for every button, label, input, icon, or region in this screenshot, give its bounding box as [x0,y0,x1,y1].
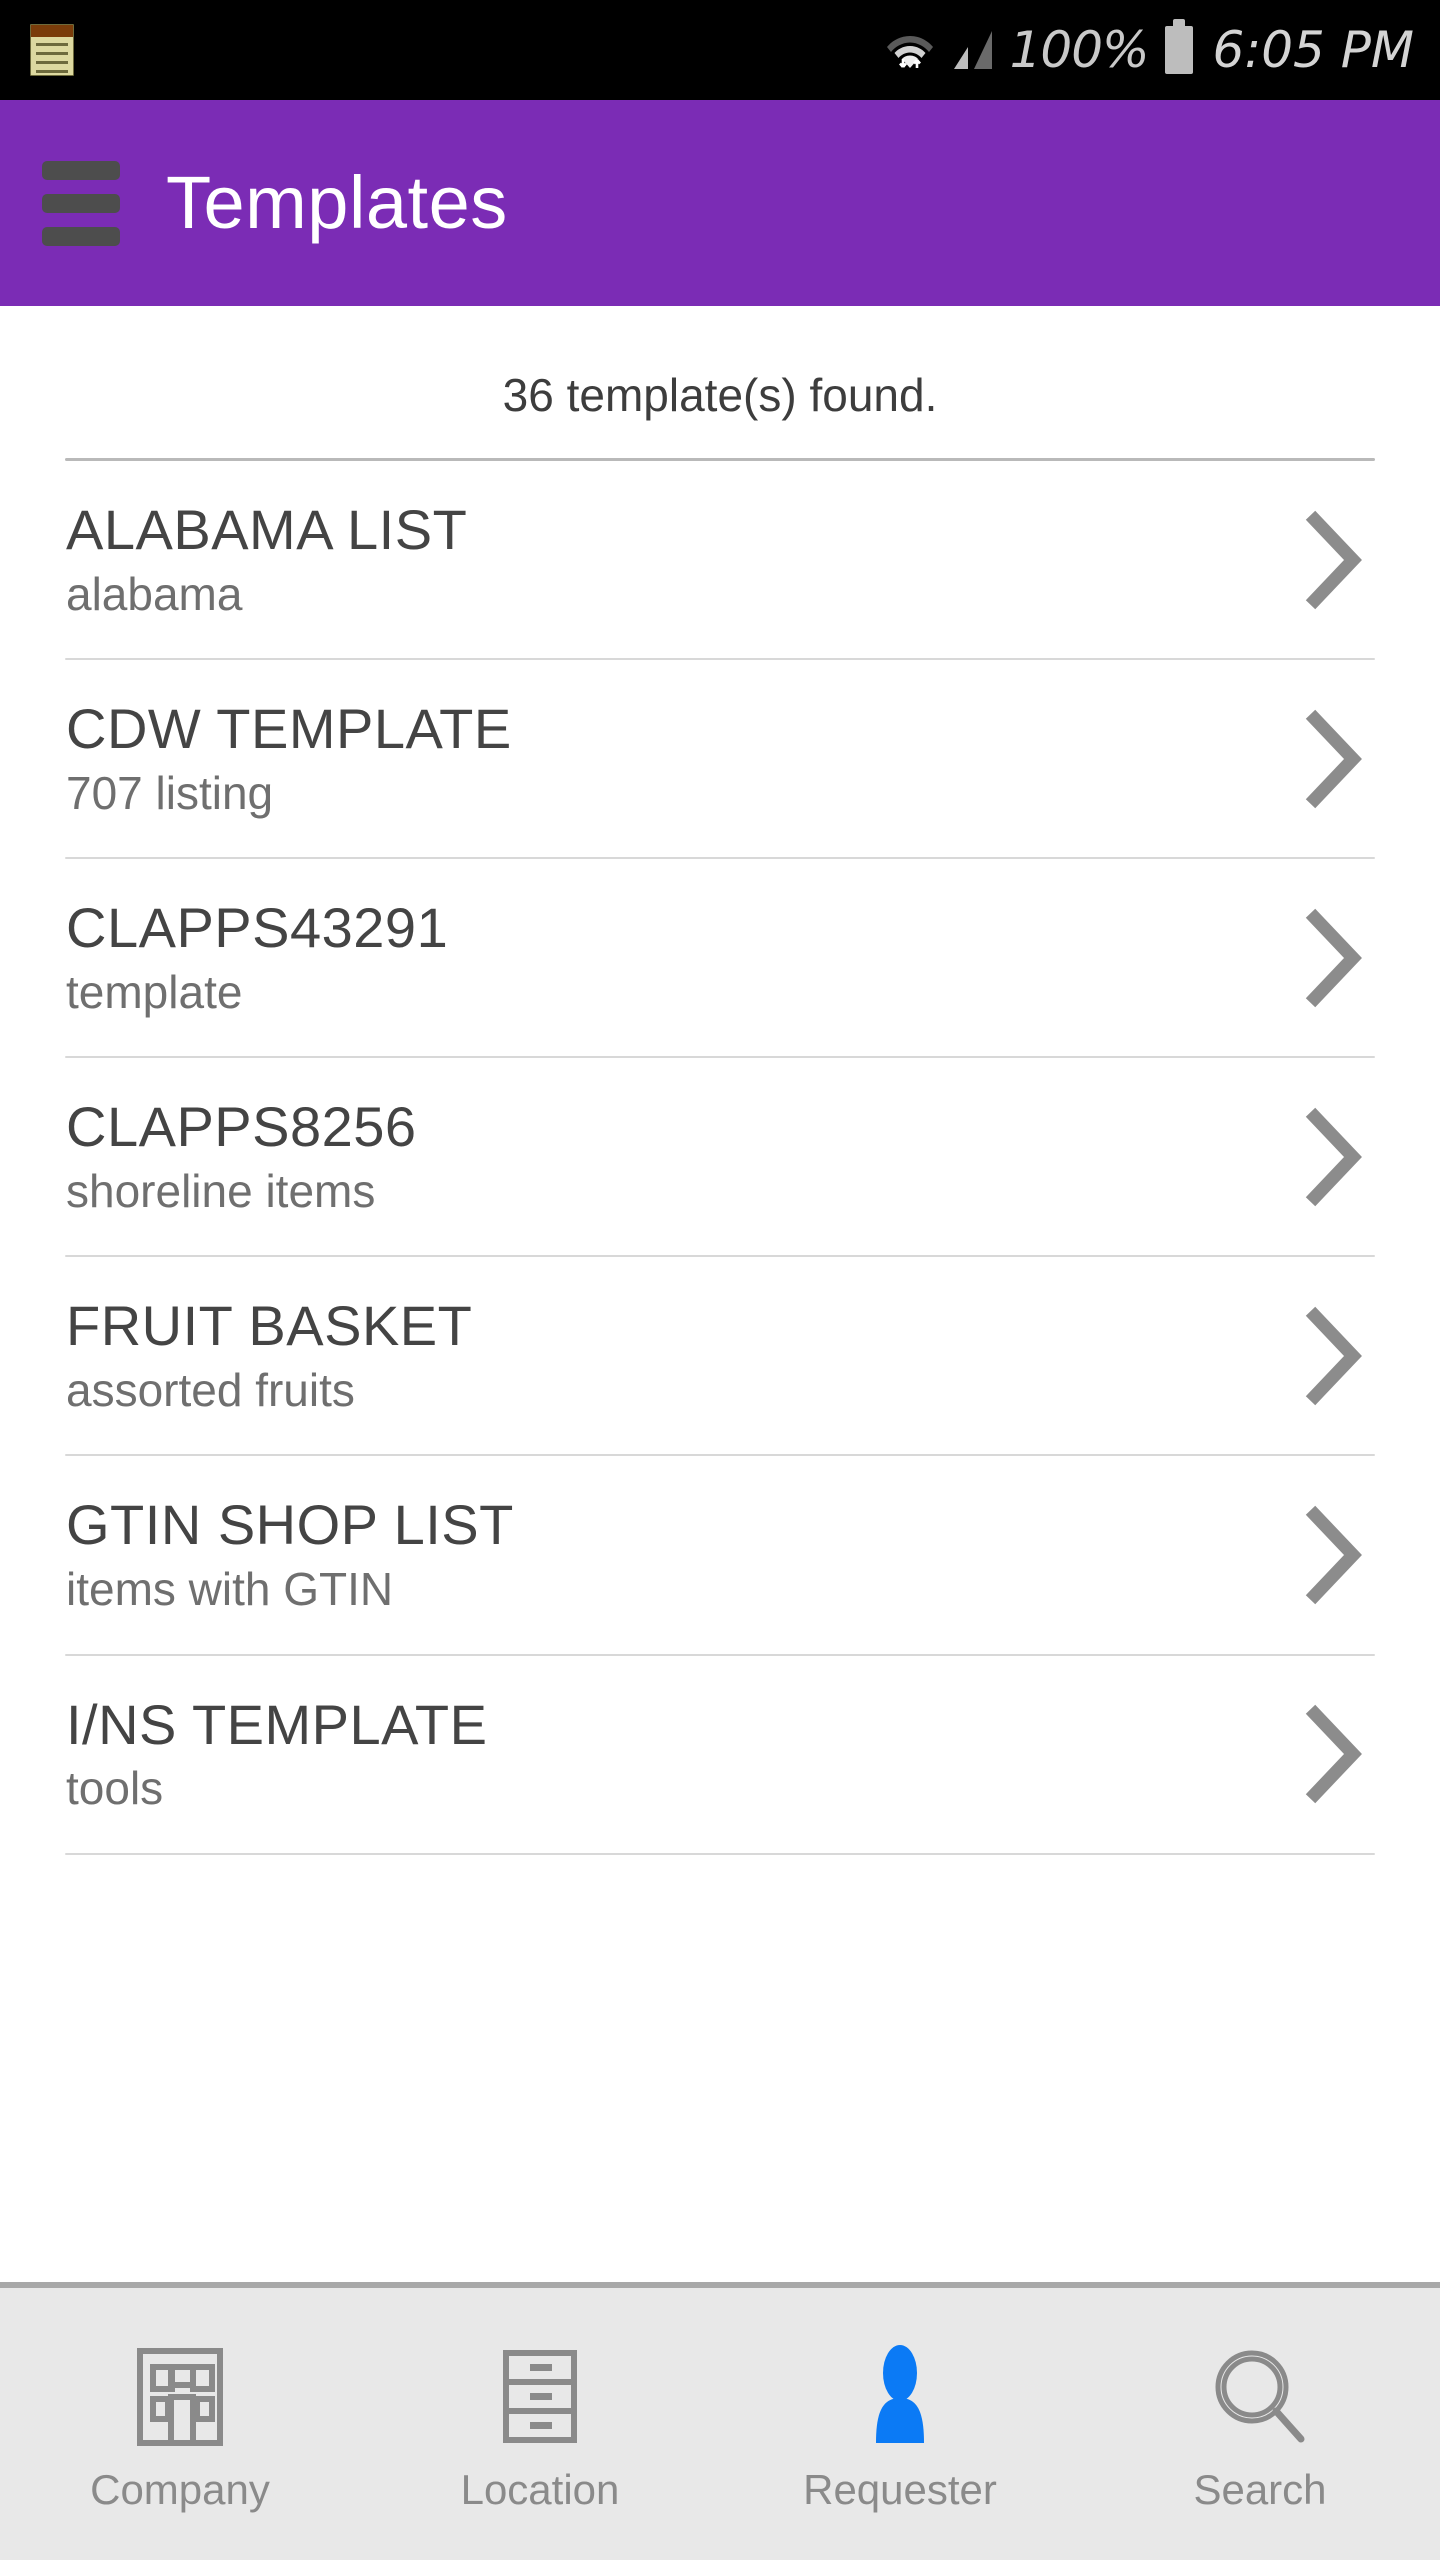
template-item-subtitle: shoreline items [66,1165,376,1218]
chevron-right-icon[interactable] [1278,1107,1388,1207]
template-list-item[interactable]: FRUIT BASKET assorted fruits [0,1257,1440,1455]
nav-item-label: Search [1193,2466,1327,2513]
template-item-title: FRUIT BASKET [66,1294,473,1358]
templates-content: 36 template(s) found. ALABAMA LIST alabam… [0,306,1440,2282]
battery-percentage: 100% [1009,21,1150,79]
template-item-subtitle: alabama [66,567,243,620]
template-item-title: I/NS TEMPLATE [66,1692,488,1756]
hamburger-menu-icon[interactable] [42,160,120,246]
status-bar-right: 100% 6:05 PM [886,19,1414,79]
template-item-text: ALABAMA LIST alabama [66,498,1278,620]
chevron-right-icon[interactable] [1278,1505,1388,1605]
memo-icon-lines [36,43,68,73]
chevron-right-icon[interactable] [1278,510,1388,610]
template-item-title: CDW TEMPLATE [66,697,512,761]
magnifier-icon [1208,2343,1312,2451]
app-header: Templates [0,100,1440,306]
nav-item-search[interactable]: Search [1080,2288,1440,2560]
list-item-divider [65,1852,1375,1855]
template-item-text: I/NS TEMPLATE tools [66,1692,1278,1815]
status-bar: 100% 6:05 PM [0,0,1440,100]
nav-item-label: Company [90,2466,270,2513]
template-list-item[interactable]: CLAPPS8256 shoreline items [0,1058,1440,1256]
template-item-title: ALABAMA LIST [66,498,468,561]
nav-item-location[interactable]: Location [360,2288,720,2560]
bottom-navigation-bar: Company Location Requester Search [0,2282,1440,2560]
template-item-subtitle: 707 listing [66,766,274,819]
chevron-right-icon[interactable] [1278,908,1388,1008]
template-item-text: CLAPPS8256 shoreline items [66,1095,1278,1218]
template-item-text: FRUIT BASKET assorted fruits [66,1294,1278,1417]
template-list-item[interactable]: GTIN SHOP LIST items with GTIN [0,1456,1440,1654]
chevron-right-icon[interactable] [1278,1306,1388,1406]
template-item-subtitle: tools [66,1762,164,1815]
template-item-title: CLAPPS43291 [66,896,449,960]
template-item-subtitle: assorted fruits [66,1364,355,1417]
nav-item-label: Location [460,2466,620,2513]
wifi-icon [886,28,934,72]
template-item-text: GTIN SHOP LIST items with GTIN [66,1493,1278,1616]
template-item-text: CDW TEMPLATE 707 listing [66,697,1278,819]
app-screen: 100% 6:05 PM Templates 36 template(s) fo… [0,0,1440,2560]
person-icon [854,2343,946,2451]
building-icon [128,2343,232,2451]
template-item-title: GTIN SHOP LIST [66,1493,514,1557]
template-item-title: CLAPPS8256 [66,1095,417,1159]
status-bar-left [30,24,74,76]
cellular-signal-icon [950,29,994,71]
nav-item-requester[interactable]: Requester [720,2288,1080,2560]
templates-list: ALABAMA LIST alabama CDW TEMPLATE 707 listi… [0,461,1440,1855]
filing-cabinet-icon [494,2343,586,2451]
template-list-item[interactable]: CLAPPS43291 template [0,859,1440,1057]
nav-item-label: Requester [803,2466,997,2513]
memo-notification-icon [30,24,74,76]
chevron-right-icon[interactable] [1278,709,1388,809]
nav-item-company[interactable]: Company [0,2288,360,2560]
template-item-subtitle: items with GTIN [66,1563,394,1616]
template-list-item[interactable]: CDW TEMPLATE 707 listing [0,660,1440,858]
status-bar-clock: 6:05 PM [1212,21,1414,79]
battery-full-icon [1164,19,1193,74]
template-list-item[interactable]: I/NS TEMPLATE tools [0,1655,1440,1853]
template-list-item[interactable]: ALABAMA LIST alabama [0,461,1440,659]
chevron-right-icon[interactable] [1278,1704,1388,1804]
template-item-text: CLAPPS43291 template [66,896,1278,1018]
result-count-label: 36 template(s) found. [502,369,938,421]
template-item-subtitle: template [66,965,243,1018]
page-title: Templates [166,161,508,244]
